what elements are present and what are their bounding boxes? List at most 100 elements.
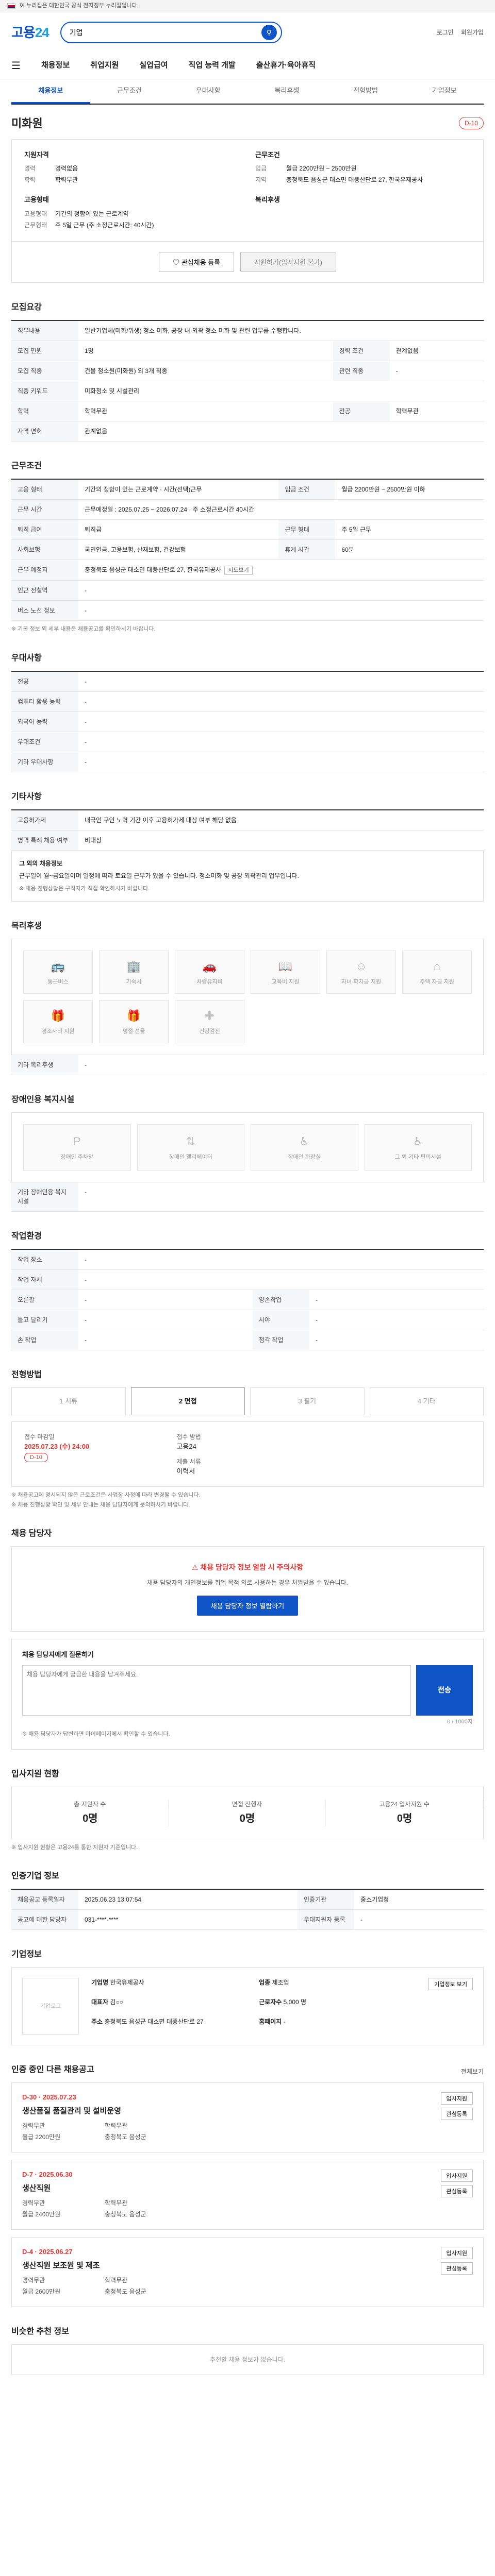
question-box: 채용 담당자에게 질문하기 전송 0 / 1000자 ※ 채용 담당자가 답변하…	[11, 1639, 484, 1750]
process-step-3: 3 필기	[250, 1387, 365, 1415]
tab-process[interactable]: 전형방법	[326, 79, 405, 104]
nav-item-training[interactable]: 직업 능력 개발	[189, 60, 236, 72]
dday-badge: D-10	[458, 117, 484, 129]
detail-tabs: 채용정보 근무조건 우대사항 복리후생 전형방법 기업정보	[11, 79, 484, 105]
nearby-empty: 추천할 채용 정보가 없습니다.	[11, 2344, 484, 2375]
question-send-button[interactable]: 전송	[416, 1665, 473, 1716]
process-step-4: 4 기타	[369, 1387, 484, 1415]
info-title: 인증기업 정보	[11, 1872, 59, 1880]
conditions-note: ※ 기본 정보 외 세부 내용은 채용공고를 확인하시기 바랍니다.	[11, 626, 156, 632]
nearby-title: 비슷한 추천 정보	[11, 2327, 69, 2336]
preference-table: 전공 - 컴퓨터 활용 능력 - 외국어 능력 - 우대조건 - 기타 우대사항 -	[11, 670, 484, 772]
question-input[interactable]	[22, 1665, 411, 1716]
process-step-1: 1 서류	[11, 1387, 126, 1415]
info-table: 채용공고 등록일자 2025.06.23 13:07:54 인증기관 중소기업청 공고…	[11, 1889, 484, 1930]
process-title: 전형방법	[11, 1370, 42, 1379]
login-link[interactable]: 로그인	[437, 28, 454, 37]
child-icon: ☺	[355, 960, 367, 973]
summary-type-heading: 고용형태	[24, 196, 49, 204]
health-icon: ✚	[205, 1009, 214, 1023]
elevator-icon: ⇅	[186, 1135, 195, 1148]
welfare-grid: 🚌 통근버스 🏢 기숙사 🚗 차량유지비 📖 교육비 지원 ☺ 자녀 학자금 지원 ⌂ 주택…	[11, 939, 484, 1055]
recruit-table: 직무내용 일반기업체(미화/위생) 청소 미화, 공장 내·외곽 청소 미화 및…	[11, 319, 484, 442]
parking-icon: P	[73, 1135, 81, 1148]
building-icon: 🏢	[126, 960, 141, 973]
etc-table: 고용허가제 내국인 구인 노력 기간 이후 고용허가제 대상 여부 해당 없음 병…	[11, 809, 484, 851]
disab-other: ♿ 그 외 기타 편의시설	[364, 1124, 472, 1171]
summary-cond-heading: 근무조건	[255, 150, 280, 159]
nav-item-jobs[interactable]: 채용정보	[41, 60, 70, 72]
tab-recruit[interactable]: 채용정보	[11, 79, 90, 104]
nav-item-leave[interactable]: 출산휴가·육아휴직	[256, 60, 316, 72]
job-fav-button[interactable]: 관심등록	[440, 2262, 473, 2275]
disab-parking: P 장애인 주차장	[23, 1124, 131, 1171]
disab-elevator: ⇅ 장애인 엘리베이터	[137, 1124, 244, 1171]
apply-info: 접수 마감일 2025.07.23 (수) 24:00 D-10 접수 방법 고…	[11, 1421, 484, 1487]
tab-conditions[interactable]: 근무조건	[90, 79, 169, 104]
korea-flag-icon	[7, 3, 15, 9]
job-fav-button[interactable]: 관심등록	[440, 2185, 473, 2197]
env-title: 작업환경	[11, 1232, 42, 1241]
welfare-item-car: 🚗 차량유지비	[175, 951, 244, 994]
accessibility-icon: ♿	[412, 1135, 423, 1148]
search-icon[interactable]: ⚲	[261, 25, 277, 40]
welfare-title: 복리후생	[11, 922, 42, 930]
other-jobs-more[interactable]: 전체보기	[461, 2067, 484, 2076]
etc-other-box: 그 외의 채용정보 근무일이 월~금요일이며 일정에 따라 토요일 근무가 있을…	[11, 850, 484, 902]
disability-grid: P 장애인 주차장 ⇅ 장애인 엘리베이터 ♿ 장애인 화장실 ♿ 그 외 기타 편의시…	[11, 1112, 484, 1182]
map-button[interactable]: 지도보기	[224, 565, 253, 575]
welfare-item-edu: 📖 교육비 지원	[251, 951, 320, 994]
hamburger-icon[interactable]: ☰	[11, 58, 21, 74]
apply-button[interactable]: 지원하기(입사지원 불가)	[240, 251, 336, 272]
welfare-item-health: ✚ 건강검진	[175, 1000, 244, 1043]
job-apply-button[interactable]: 입사지원	[440, 2092, 473, 2105]
book-icon: 📖	[278, 960, 293, 973]
header-links: 로그인 회원가입	[437, 28, 484, 37]
disab-toilet: ♿ 장애인 화장실	[251, 1124, 358, 1171]
etc-title: 기타사항	[11, 792, 42, 801]
process-steps: 1 서류 2 면접 3 필기 4 기타	[11, 1387, 484, 1415]
company-logo: 기업로고	[22, 1978, 79, 2035]
summary-qual-heading: 지원자격	[24, 150, 49, 159]
signup-link[interactable]: 회원가입	[461, 28, 484, 37]
job-apply-button[interactable]: 입사지원	[440, 2247, 473, 2259]
welfare-item-bus: 🚌 통근버스	[23, 951, 93, 994]
welfare-item-event: 🎁 경조사비 지원	[23, 1000, 93, 1043]
job-card[interactable]: D-7 · 2025.06.30 생산직원 경력무관 학력무관 월급 2400만원 충…	[11, 2160, 484, 2230]
summary-welfare-heading: 복리후생	[255, 196, 280, 204]
tab-company[interactable]: 기업정보	[405, 79, 484, 104]
house-icon: ⌂	[433, 960, 441, 973]
company-title: 기업정보	[11, 1950, 42, 1959]
job-fav-button[interactable]: 관심등록	[440, 2108, 473, 2120]
site-logo[interactable]: 고용24	[11, 23, 50, 43]
tab-welfare[interactable]: 복리후생	[248, 79, 326, 104]
job-card[interactable]: D-30 · 2025.07.23 생산품질 품질관리 및 설비운영 경력무관 학…	[11, 2082, 484, 2153]
present-icon: 🎁	[126, 1009, 141, 1023]
main-nav: ☰ 채용정보 취업지원 실업급여 직업 능력 개발 출산휴가·육아휴직	[0, 53, 495, 79]
summary-actions: ♡ 관심채용 등록 지원하기(입사지원 불가)	[11, 241, 484, 283]
nav-item-benefit[interactable]: 실업급여	[139, 60, 168, 72]
job-apply-button[interactable]: 입사지원	[440, 2170, 473, 2182]
welfare-item-dorm: 🏢 기숙사	[99, 951, 169, 994]
apply-stats: 총 지원자 수 0명 면접 진행자 0명 고용24 입사지원 수 0명	[11, 1786, 484, 1839]
disability-title: 장애인용 복지시설	[11, 1095, 75, 1104]
disability-other-table: 기타 장애인용 복지시설 -	[11, 1182, 484, 1212]
other-jobs-title: 인증 중인 다른 채용공고	[11, 2065, 94, 2074]
site-header: 고용24 ⚲ 로그인 회원가입	[0, 12, 495, 53]
job-title: 미화원	[11, 116, 43, 130]
favorite-button[interactable]: ♡ 관심채용 등록	[159, 251, 235, 272]
contact-warning: ⚠ 채용 담당자 정보 열람 시 주의사항 채용 담당자의 개인정보를 취업 목…	[11, 1546, 484, 1632]
job-card[interactable]: D-4 · 2025.06.27 생산직원 보조원 및 제조 경력무관 학력무관 월…	[11, 2237, 484, 2307]
tab-preference[interactable]: 우대사항	[169, 79, 248, 104]
bus-icon: 🚌	[51, 960, 65, 973]
env-table: 작업 장소 - 작업 자세 - 오른팔 - 양손작업 - 들고 달리기 - 시야 - 손 작업 -…	[11, 1249, 484, 1350]
status-title: 입사지원 현황	[11, 1769, 59, 1778]
search-input[interactable]	[69, 28, 261, 37]
welfare-other-table: 기타 복리후생 -	[11, 1055, 484, 1075]
conditions-table: 고용 형태 기간의 정함이 있는 근로계약 · 시간(선택)근무 임금 조건 월급 2…	[11, 478, 484, 621]
nav-item-support[interactable]: 취업지원	[90, 60, 119, 72]
welfare-item-house: ⌂ 주택 자금 지원	[402, 951, 472, 994]
view-contact-button[interactable]: 채용 담당자 정보 열람하기	[196, 1596, 299, 1616]
gift-icon: 🎁	[51, 1009, 65, 1023]
company-more-button[interactable]: 기업정보 보기	[428, 1978, 473, 1990]
